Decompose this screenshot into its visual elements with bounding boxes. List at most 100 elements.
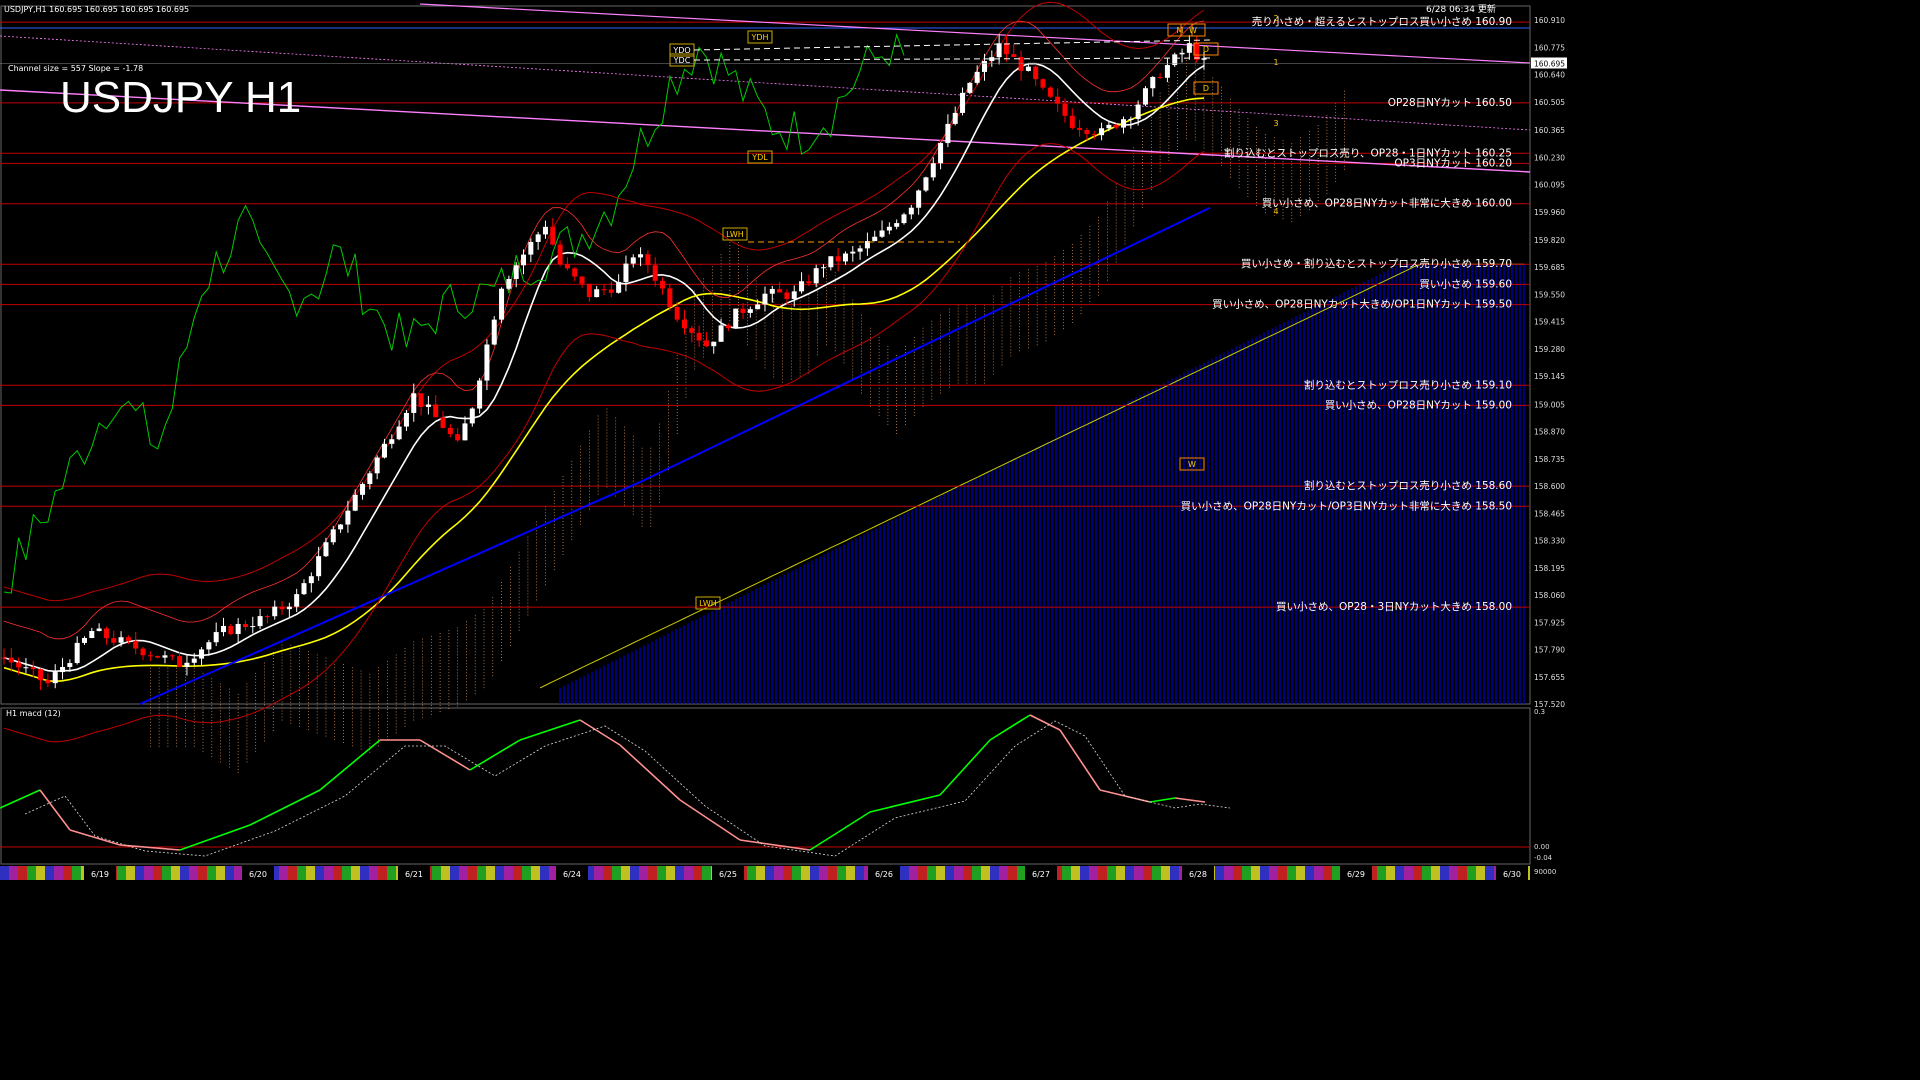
- price-tick: 160.365: [1534, 126, 1565, 135]
- candle-body: [755, 304, 761, 310]
- date-bar-cell: [306, 866, 315, 880]
- date-bar-cell: [531, 866, 540, 880]
- candle-body: [842, 253, 848, 262]
- candle-body: [1, 657, 7, 659]
- date-bar-cell: [207, 866, 216, 880]
- channel-info: Channel size = 557 Slope = -1.78: [8, 64, 143, 73]
- date-bar-cell: [756, 866, 765, 880]
- candle-body: [52, 672, 58, 684]
- candle-body: [403, 412, 409, 427]
- candle-body: [499, 288, 505, 320]
- candle-body: [396, 426, 402, 440]
- date-bar-cell: [1170, 866, 1179, 880]
- candle-body: [733, 308, 739, 329]
- candle-body: [279, 606, 285, 610]
- date-bar-cell: [945, 866, 954, 880]
- candle-body: [1142, 88, 1148, 105]
- candle-body: [835, 256, 841, 262]
- date-bar-cell: [234, 866, 243, 880]
- date-bar-cell: [1332, 866, 1341, 880]
- date-bar: 6/19 6/20 6/21 6/24 6/25 6/26 6/27 6/28 6/29 6/30: [0, 866, 1530, 880]
- candle-body: [667, 288, 673, 307]
- candle-body: [8, 657, 14, 663]
- candle-body: [381, 443, 387, 458]
- candle-body: [923, 177, 929, 191]
- candle-body: [1069, 115, 1075, 128]
- candle-body: [169, 655, 175, 657]
- date-bar-cell: [972, 866, 981, 880]
- date-bar-cell: [666, 866, 675, 880]
- date-bar-cell: [1251, 866, 1260, 880]
- candle-body: [294, 594, 300, 607]
- price-tick: 157.925: [1534, 618, 1565, 627]
- date-bar-cell: [900, 866, 909, 880]
- candle-body: [579, 276, 585, 284]
- date-bar-cell: [1413, 866, 1422, 880]
- candle-body: [791, 291, 797, 299]
- candle-body: [769, 289, 775, 294]
- candle-body: [616, 281, 622, 293]
- date-bar-cell: [747, 866, 756, 880]
- date-bar-cell: [1476, 866, 1485, 880]
- marker-label: D: [1203, 84, 1209, 93]
- candle-body: [747, 309, 753, 313]
- price-tick: 157.655: [1534, 673, 1565, 682]
- candle-body: [506, 278, 512, 289]
- price-tick: 160.910: [1534, 16, 1565, 25]
- candle-body: [542, 226, 548, 235]
- price-tick: 160.230: [1534, 153, 1565, 162]
- price-tick: 159.280: [1534, 345, 1565, 354]
- date-bar-cell: [819, 866, 828, 880]
- date-bar-cell: [360, 866, 369, 880]
- date-bar-cell: [774, 866, 783, 880]
- candle-body: [967, 82, 973, 93]
- candle-body: [1077, 127, 1083, 130]
- date-bar-cell: [432, 866, 441, 880]
- candle-body: [689, 328, 695, 333]
- date-bar-cell: [1143, 866, 1152, 880]
- chart-svg: YDHYDOYDCYDLLWHLWHWM WDD1234 売り小さめ・超えるとスト…: [0, 0, 1568, 882]
- date-bar-cell: [1215, 866, 1224, 880]
- date-bar-cell: [18, 866, 27, 880]
- date-bar-cell: [1062, 866, 1071, 880]
- candle-body: [418, 393, 424, 407]
- candle-body: [221, 625, 227, 633]
- candle-body: [316, 556, 322, 577]
- date-bar-cell: [1107, 866, 1116, 880]
- candle-body: [184, 662, 190, 668]
- candle-body: [850, 251, 856, 254]
- candle-body: [660, 280, 666, 289]
- candle-body: [118, 637, 124, 643]
- candle-body: [38, 669, 44, 681]
- candle-body: [1135, 104, 1141, 119]
- symbol-line: USDJPY,H1 160.695 160.695 160.695 160.69…: [4, 5, 189, 14]
- candle-body: [886, 226, 892, 231]
- level-label: 買い小さめ、OP28日NYカット/OP3日NYカット非常に大きめ 158.50: [1181, 499, 1512, 512]
- candle-body: [140, 648, 146, 656]
- level-label: 売り小さめ・超えるとストップロス買い小さめ 160.90: [1252, 15, 1512, 28]
- date-bar-cell: [963, 866, 972, 880]
- date-bar-cell: [603, 866, 612, 880]
- candle-body: [250, 626, 256, 628]
- date-bar-cell: [792, 866, 801, 880]
- candle-body: [535, 234, 541, 242]
- level-label: 買い小さめ 159.60: [1419, 278, 1512, 290]
- price-tick: 158.600: [1534, 482, 1565, 491]
- marker-label: YDH: [750, 33, 768, 42]
- candle-body: [345, 510, 351, 525]
- date-bar-cell: [1242, 866, 1251, 880]
- date-bar-cell: [1458, 866, 1467, 880]
- date-bar-cell: [378, 866, 387, 880]
- candle-body: [447, 427, 453, 435]
- candle-body: [521, 254, 527, 266]
- candle-body: [1164, 65, 1170, 78]
- date-bar-cell: [1134, 866, 1143, 880]
- candle-body: [1011, 54, 1017, 57]
- date-bar-cell: [315, 866, 324, 880]
- date-label: 6/28: [1189, 870, 1207, 879]
- candle-body: [974, 71, 980, 83]
- date-bar-cell: [369, 866, 378, 880]
- date-bar-cell: [801, 866, 810, 880]
- marker-label: YDL: [751, 153, 768, 162]
- date-bar-cell: [1305, 866, 1314, 880]
